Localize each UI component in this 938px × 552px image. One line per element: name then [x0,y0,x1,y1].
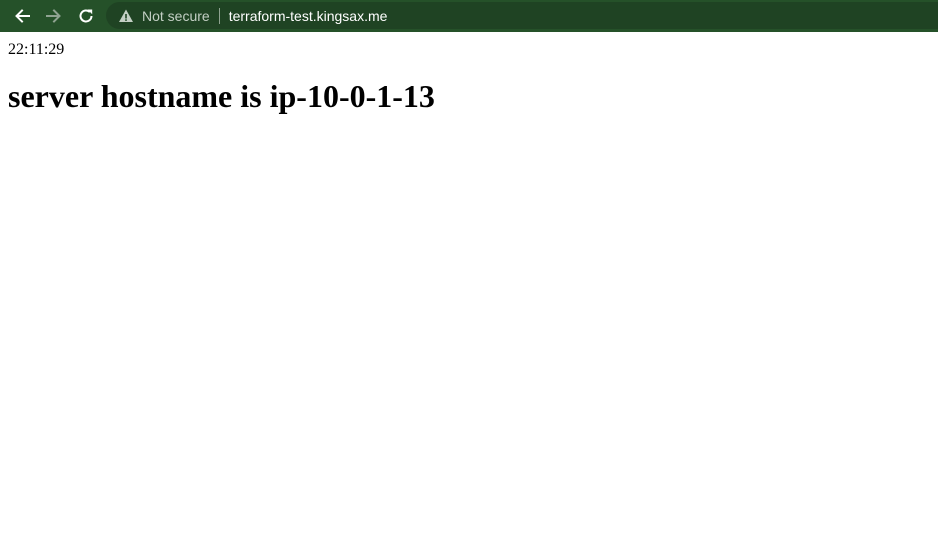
back-arrow-icon [15,9,30,23]
omnibox-divider [218,7,220,24]
reload-icon [79,9,93,23]
warning-triangle-icon [119,9,133,22]
address-bar[interactable]: Not secure terraform-test.kingsax.me [106,2,938,29]
forward-button[interactable] [42,4,66,28]
url-text[interactable]: terraform-test.kingsax.me [229,8,388,24]
page-content: 22:11:29 server hostname is ip-10-0-1-13 [0,32,938,552]
browser-toolbar: Not secure terraform-test.kingsax.me [0,0,938,32]
security-label: Not secure [142,7,210,24]
hostname-heading: server hostname is ip-10-0-1-13 [8,78,435,114]
forward-arrow-icon [46,9,61,23]
back-button[interactable] [10,4,34,28]
reload-button[interactable] [74,4,98,28]
server-time: 22:11:29 [8,41,65,58]
security-indicator[interactable]: Not secure [106,2,210,29]
